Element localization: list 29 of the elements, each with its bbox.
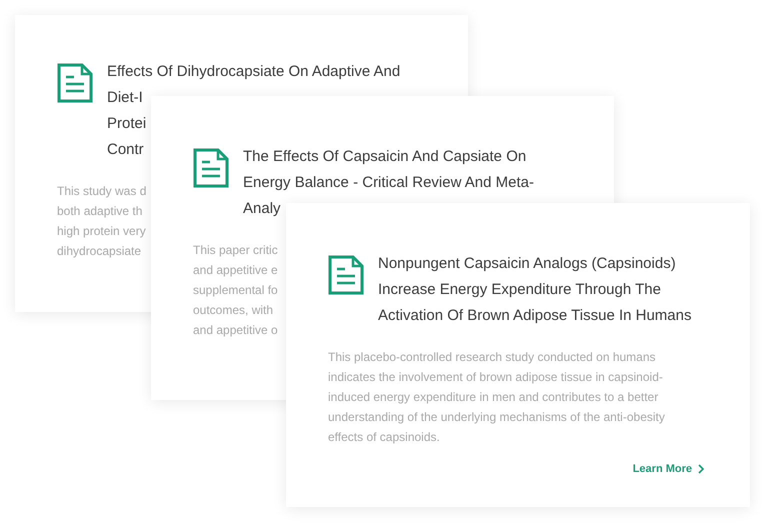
chevron-right-icon [698,464,704,474]
article-summary-line: indicates the involvement of brown adipose tissue in capsinoid- [328,369,663,386]
article-title-line: Activation Of Brown Adipose Tissue In Humans [378,306,692,326]
document-icon [193,148,229,188]
learn-more-link[interactable]: Learn More [632,463,704,475]
document-icon [57,63,93,103]
article-title-line: The Effects Of Capsaicin And Capsiate On [243,147,526,167]
article-summary-line: This study was d [57,183,146,200]
article-title-line: Increase Energy Expenditure Through The [378,280,661,300]
article-title-line: Analy [243,199,281,219]
article-title-line: Effects Of Dihydrocapsiate On Adaptive And [107,62,400,82]
article-summary-line: and appetitive e [193,262,278,279]
document-icon [328,255,364,295]
article-title-line: Nonpungent Capsaicin Analogs (Capsinoids) [378,254,676,274]
article-title-line: Contr [107,140,144,160]
article-summary-line: This paper critic [193,242,278,259]
article-summary-line: dihydrocapsiate [57,243,142,260]
article-summary-line: effects of capsinoids. [328,429,440,446]
article-summary-line: supplemental fo [193,282,278,299]
article-summary-line: and appetitive o [193,322,278,339]
article-title-line: Protei [107,114,146,134]
article-summary-line: both adaptive th [57,203,142,220]
article-title-line: Energy Balance - Critical Review And Meta- [243,173,534,193]
article-summary-line: understanding of the underlying mechanisms of the anti-obesity [328,409,665,426]
article-summary-line: outcomes, with [193,302,274,319]
article-title-line: Diet-I [107,88,143,108]
article-summary-line: induced energy expenditure in men and contributes to a better [328,389,658,406]
article-summary-line: high protein very [57,223,146,240]
article-summary-line: This placebo-controlled research study conducted on humans [328,349,656,366]
